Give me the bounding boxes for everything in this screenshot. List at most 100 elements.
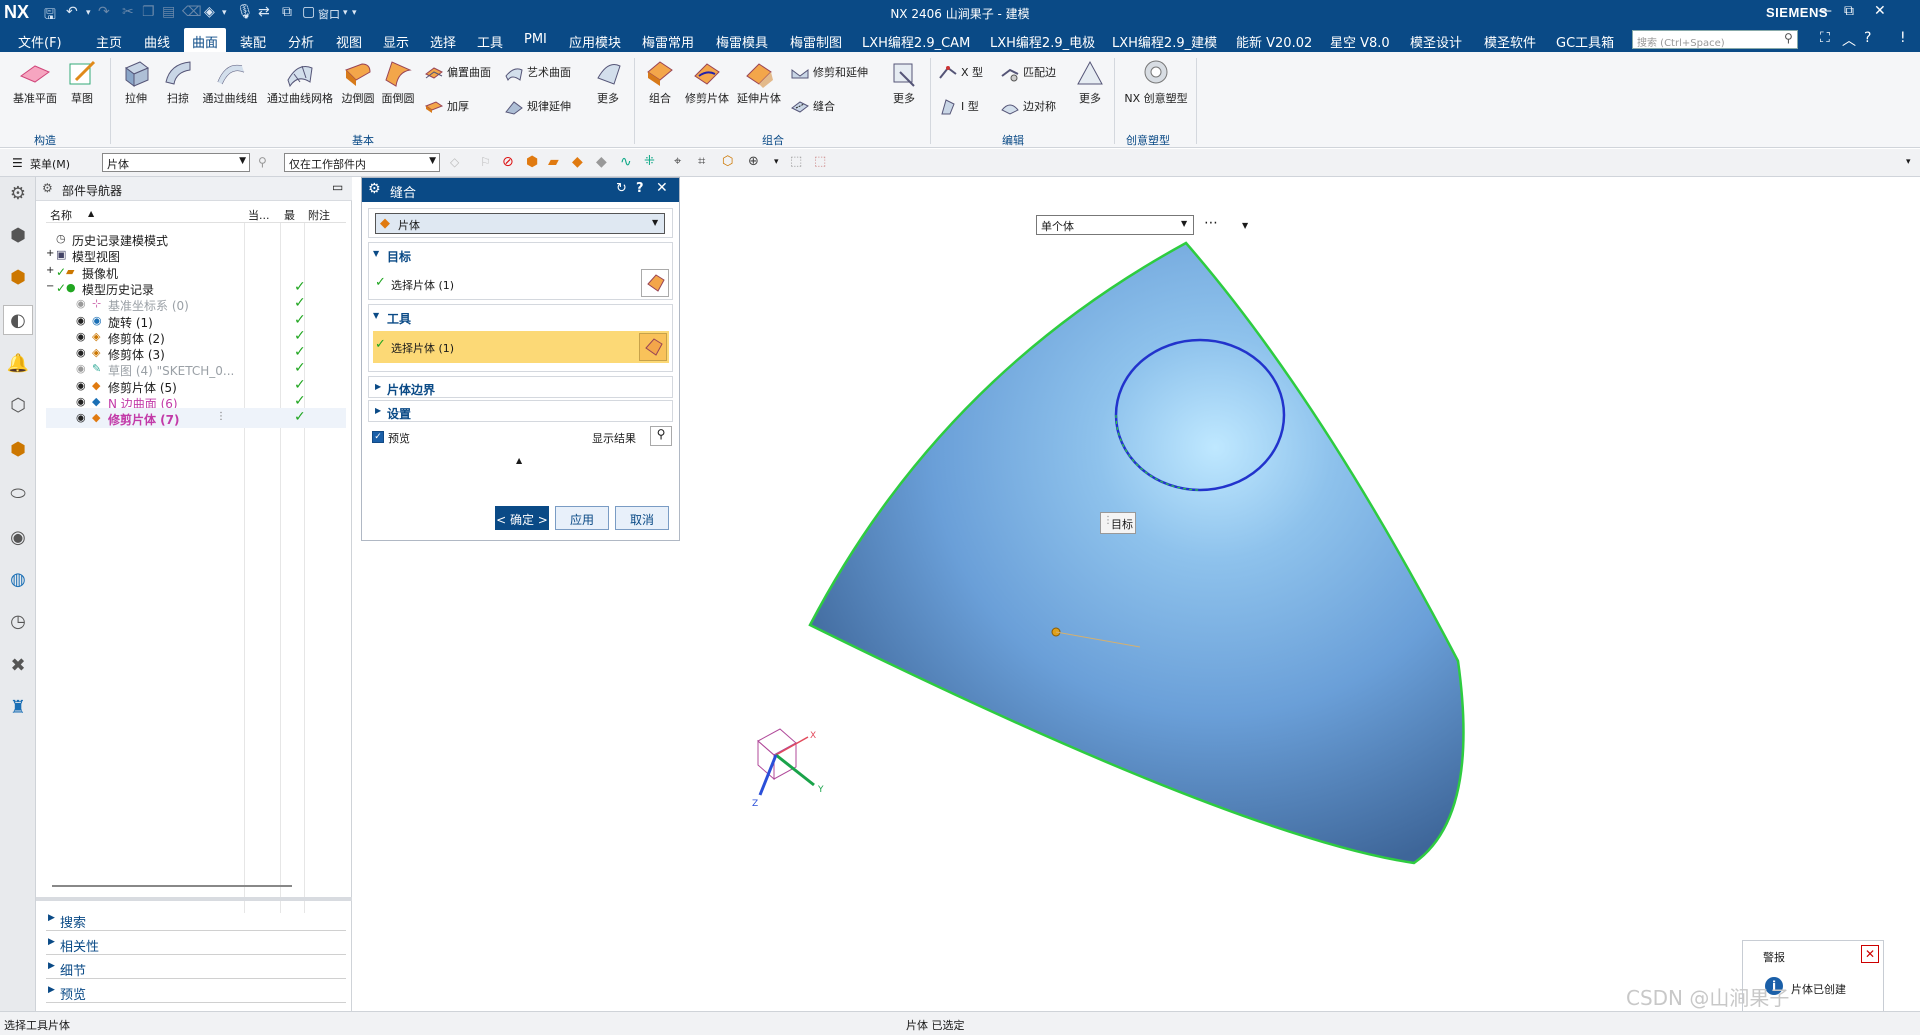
tool-select-row[interactable]: ✓ 选择片体 (1) <box>373 331 669 363</box>
graphics-window[interactable]: 单个体 ▼ ⋯ ▼ ⋮ 目标 X Y Z 警报 ✕ i 片体已创建 CSDN @… <box>680 177 1920 1012</box>
hamburger-icon[interactable]: ☰ <box>12 156 23 170</box>
dialog-help-icon[interactable]: ? <box>636 181 644 196</box>
tab-mosheng-software[interactable]: 模圣软件 <box>1484 32 1536 51</box>
tab-meilei-drawing[interactable]: 梅雷制图 <box>790 32 842 51</box>
studio-surface-button[interactable]: 艺术曲面 <box>504 64 571 82</box>
clock-icon[interactable]: ◷ <box>6 611 30 635</box>
expand-toggle-icon[interactable]: + <box>46 248 54 259</box>
minimize-icon[interactable]: — <box>1818 3 1832 19</box>
cube-select-icon[interactable]: ⬚ <box>814 154 826 169</box>
tree-row[interactable]: ◉ ◆ 修剪片体 (7) ⋮ ✓ <box>46 408 346 429</box>
snap-control-icon[interactable]: ⬡ <box>722 154 733 169</box>
tab-curve[interactable]: 曲线 <box>144 32 170 51</box>
part-navigator-icon[interactable]: ◐ <box>3 305 33 335</box>
tab-view[interactable]: 视图 <box>336 32 362 51</box>
feature-icon[interactable]: ◆ <box>596 154 607 170</box>
trim-extend-button[interactable]: 修剪和延伸 <box>790 64 868 82</box>
horizontal-scrollbar[interactable] <box>52 885 292 887</box>
visibility-eye-icon[interactable]: ◉ <box>76 314 86 327</box>
col-name[interactable]: 名称 <box>50 207 72 223</box>
edge-symmetry-button[interactable]: 边对称 <box>1000 98 1056 116</box>
sketch-button[interactable]: 草图 <box>62 58 102 106</box>
reset-icon[interactable]: ↻ <box>616 181 627 196</box>
snap-dropdown-icon[interactable]: ▾ <box>774 157 779 167</box>
stop-icon[interactable]: ⊘ <box>502 154 514 170</box>
cancel-button[interactable]: 取消 <box>615 506 669 530</box>
edit-more-button[interactable]: 更多 <box>1070 58 1110 106</box>
tab-xingkong[interactable]: 星空 V8.0 <box>1330 32 1390 51</box>
model-canvas[interactable] <box>680 177 1920 1011</box>
visibility-eye-icon[interactable]: ◉ <box>76 379 86 392</box>
tab-tools[interactable]: 工具 <box>477 32 503 51</box>
panel-splitter[interactable] <box>36 897 352 901</box>
type-filter-select[interactable]: 片体 ▼ <box>102 153 250 172</box>
visibility-eye-icon[interactable]: ◉ <box>76 297 86 310</box>
ok-button[interactable]: < 确定 > <box>495 506 549 530</box>
basic-more-button[interactable]: 更多 <box>588 58 628 106</box>
notification-icon[interactable]: ! <box>1900 30 1906 46</box>
sweep-button[interactable]: 扫掠 <box>158 58 198 106</box>
panel-search[interactable]: ▶ 搜索 <box>46 909 346 931</box>
law-extension-button[interactable]: 规律延伸 <box>504 98 571 116</box>
check-icon[interactable]: ✓ <box>56 281 66 295</box>
expand-toggle-icon[interactable]: + <box>46 265 54 276</box>
toolbar-options-icon[interactable]: ▾ <box>1906 157 1911 167</box>
selection-scope-select[interactable]: 仅在工作部件内 ▼ <box>284 153 440 172</box>
trim-sheet-button[interactable]: 修剪片体 <box>682 58 732 106</box>
dialog-titlebar[interactable]: ⚙ 缝合 ↻ ? ✕ <box>362 178 679 202</box>
restore-icon[interactable]: ⧉ <box>1844 3 1854 19</box>
target-header[interactable]: 目标 <box>387 248 411 265</box>
fullscreen-icon[interactable]: ⛶ <box>1820 30 1830 46</box>
col-comment[interactable]: 附注 <box>308 207 330 223</box>
visibility-eye-icon[interactable]: ◉ <box>76 330 86 343</box>
edge-blend-button[interactable]: 边倒圆 <box>338 58 378 106</box>
settings-section[interactable]: ▶ 设置 <box>368 400 673 422</box>
settings-icon[interactable]: ⚙ <box>6 183 30 207</box>
sew-button[interactable]: 缝合 <box>790 98 835 116</box>
combine-button[interactable]: 组合 <box>640 58 680 106</box>
tab-mosheng-design[interactable]: 模圣设计 <box>1410 32 1462 51</box>
alert-close-icon[interactable]: ✕ <box>1861 945 1879 963</box>
target-select-label[interactable]: 选择片体 (1) <box>391 277 454 293</box>
close-window-icon[interactable]: ✕ <box>1874 3 1886 19</box>
tab-gc-toolbox[interactable]: GC工具箱 <box>1556 32 1614 51</box>
gear-icon[interactable]: ⚙ <box>368 181 381 197</box>
web-browser-icon[interactable]: ⬭ <box>6 483 30 507</box>
target-select-button[interactable] <box>641 269 669 297</box>
face-icon[interactable]: ◆ <box>572 154 583 170</box>
panel-details[interactable]: ▶ 细节 <box>46 957 346 979</box>
col-current[interactable]: 当... <box>248 207 270 223</box>
tab-display[interactable]: 显示 <box>383 32 409 51</box>
target-tag[interactable]: ⋮ 目标 <box>1100 512 1136 534</box>
face-blend-button[interactable]: 面倒圆 <box>378 58 418 106</box>
tool-select-button[interactable] <box>639 333 667 361</box>
visibility-eye-icon[interactable]: ◉ <box>76 346 86 359</box>
tab-home[interactable]: 主页 <box>96 32 122 51</box>
show-result-button[interactable]: ⚲ <box>650 426 672 446</box>
collapse-ribbon-icon[interactable]: ︿ <box>1842 30 1856 50</box>
history-icon[interactable]: ◉ <box>6 527 30 551</box>
snap-midpoint-icon[interactable]: ⌗ <box>698 154 705 169</box>
snap-center-icon[interactable]: ⊕ <box>748 154 759 169</box>
chevron-down-icon[interactable]: ▼ <box>373 311 379 320</box>
check-icon[interactable]: ✓ <box>56 265 66 279</box>
point-icon[interactable]: ⁜ <box>644 154 655 169</box>
x-form-button[interactable]: X 型 <box>938 64 983 82</box>
tab-applications[interactable]: 应用模块 <box>569 32 621 51</box>
search-icon[interactable]: ⚲ <box>1784 31 1793 45</box>
sheet-boundary-section[interactable]: ▶ 片体边界 <box>368 376 673 398</box>
thicken-button[interactable]: 加厚 <box>424 98 469 116</box>
tab-select[interactable]: 选择 <box>430 32 456 51</box>
type-select[interactable]: ◆ 片体 ▼ <box>375 213 665 234</box>
tab-meilei-common[interactable]: 梅雷常用 <box>642 32 694 51</box>
tab-analysis[interactable]: 分析 <box>288 32 314 51</box>
tab-pmi[interactable]: PMI <box>524 32 547 47</box>
tab-lxh-cam[interactable]: LXH编程2.9_CAM <box>862 32 970 51</box>
globe-icon[interactable]: ◍ <box>6 569 30 593</box>
visibility-eye-icon[interactable]: ◉ <box>76 411 86 424</box>
sheet-body-icon[interactable]: ▰ <box>548 154 559 170</box>
panel-preview[interactable]: ▶ 预览 <box>46 981 346 1003</box>
filter-icon[interactable]: ⚲ <box>258 155 267 169</box>
assembly-navigator-icon[interactable]: ⬢ <box>6 225 30 249</box>
panel-dependency[interactable]: ▶ 相关性 <box>46 933 346 955</box>
